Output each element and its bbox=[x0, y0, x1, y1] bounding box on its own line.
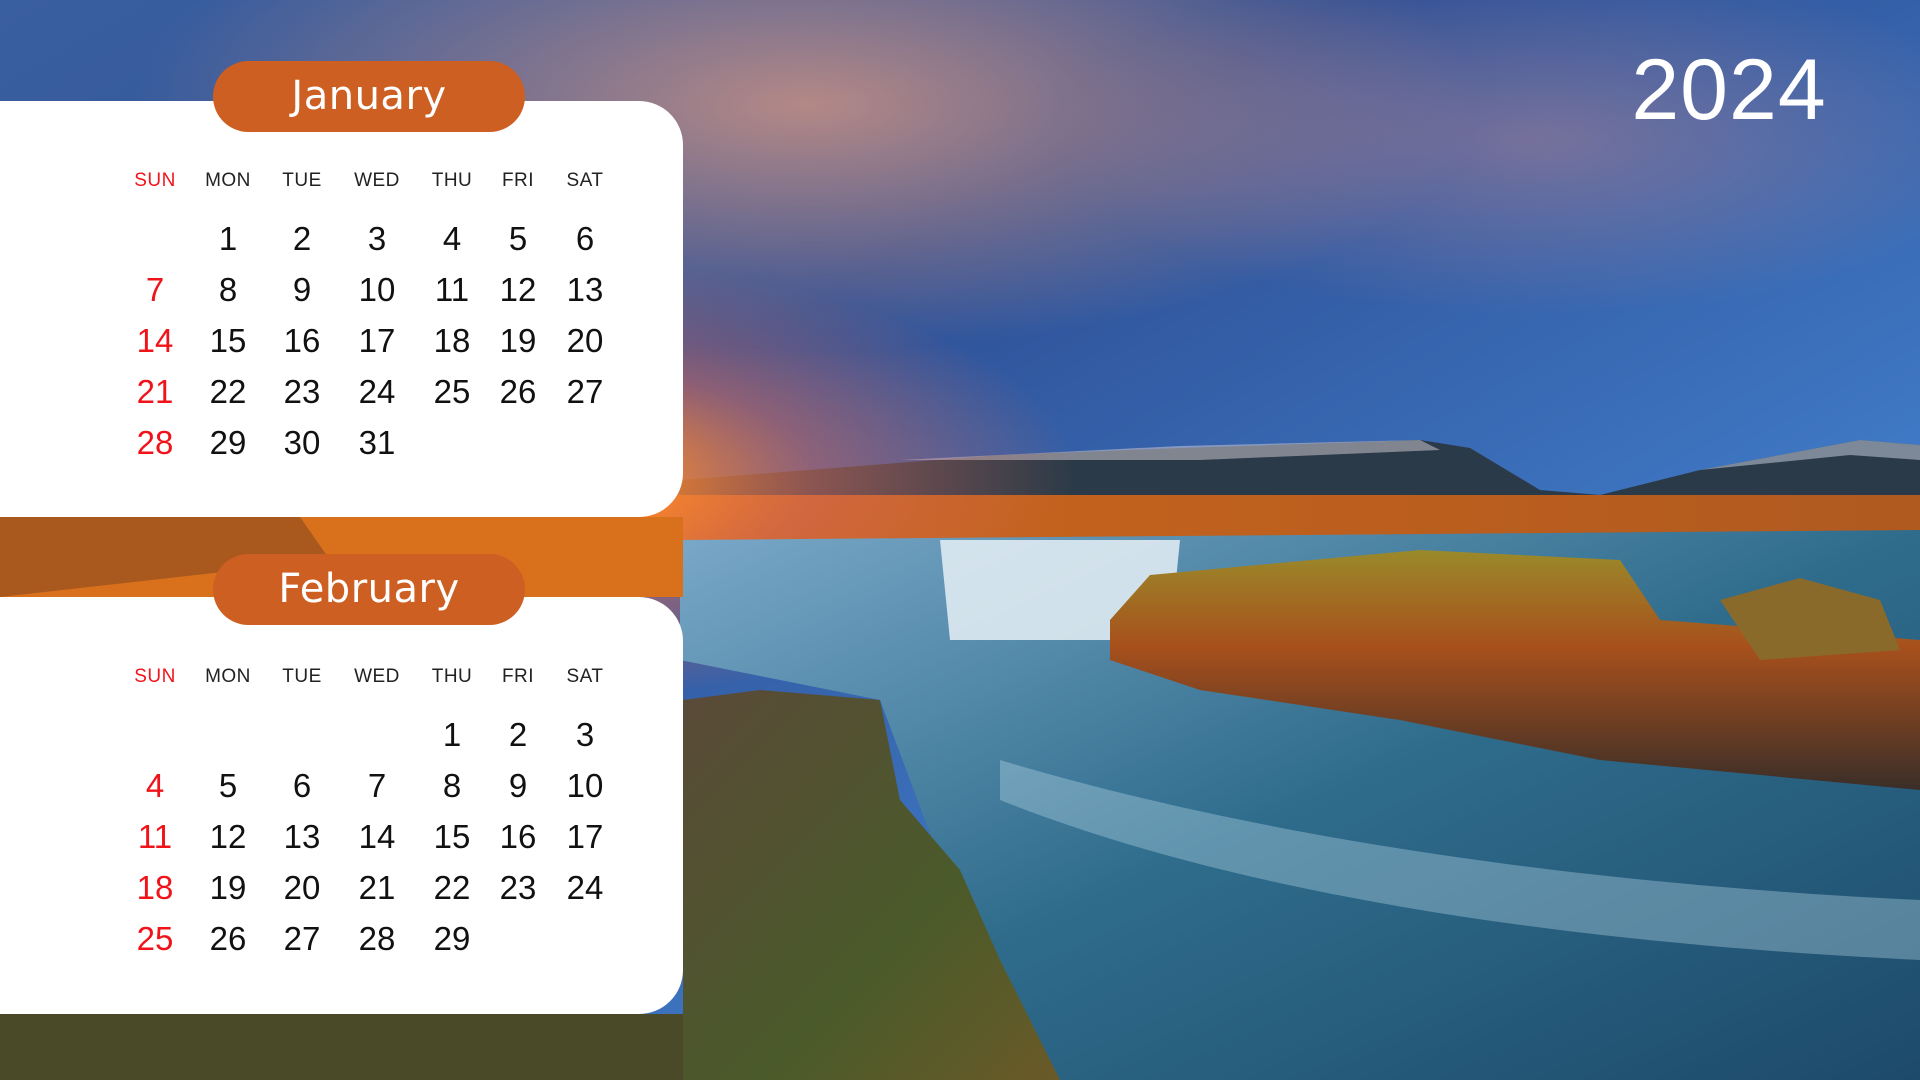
calendar-day: 31 bbox=[358, 424, 396, 461]
calendar-day: 27 bbox=[566, 373, 604, 410]
calendar-day: 14 bbox=[358, 818, 396, 855]
calendar-day: 15 bbox=[209, 322, 247, 359]
calendar-day: 5 bbox=[218, 767, 238, 804]
calendar-day: 28 bbox=[136, 424, 174, 461]
calendar-day: 1 bbox=[218, 220, 238, 257]
month-label-january: January bbox=[213, 61, 525, 132]
calendar-day: 22 bbox=[209, 373, 247, 410]
calendar-day: 21 bbox=[358, 869, 396, 906]
weekday-header-sun: SUN bbox=[134, 666, 176, 687]
calendar-day: 21 bbox=[136, 373, 174, 410]
weekday-header-sun: SUN bbox=[134, 170, 176, 191]
calendar-day: 20 bbox=[566, 322, 604, 359]
weekday-header-tue: TUE bbox=[282, 170, 322, 191]
calendar-grid-february: SUN MON TUE WED THU FRI SAT 1 2 3 4 5 6 7 8 9 10 11 12 13 14… bbox=[0, 597, 683, 1014]
calendar-day: 12 bbox=[209, 818, 247, 855]
calendar-day: 3 bbox=[575, 716, 595, 753]
calendar-day: 29 bbox=[433, 920, 471, 957]
calendar-day: 17 bbox=[566, 818, 604, 855]
weekday-header-tue: TUE bbox=[282, 666, 322, 687]
calendar-day: 13 bbox=[283, 818, 321, 855]
weekday-header-mon: MON bbox=[205, 666, 251, 687]
year-title: 2024 bbox=[1631, 42, 1827, 138]
weekday-header-sat: SAT bbox=[566, 170, 604, 191]
month-card-january: SUN MON TUE WED THU FRI SAT 1 2 3 4 5 6 7 8 9 10 11 12 13 14… bbox=[0, 101, 683, 517]
calendar-day: 25 bbox=[136, 920, 174, 957]
calendar-day: 7 bbox=[367, 767, 387, 804]
calendar-day: 6 bbox=[292, 767, 312, 804]
calendar-day: 3 bbox=[367, 220, 387, 257]
calendar-day: 28 bbox=[358, 920, 396, 957]
calendar-day: 27 bbox=[283, 920, 321, 957]
weekday-header-wed: WED bbox=[354, 170, 400, 191]
calendar-day: 20 bbox=[283, 869, 321, 906]
weekday-header-mon: MON bbox=[205, 170, 251, 191]
calendar-day: 13 bbox=[566, 271, 604, 308]
calendar-day: 10 bbox=[358, 271, 396, 308]
weekday-header-sat: SAT bbox=[566, 666, 604, 687]
calendar-day: 24 bbox=[566, 869, 604, 906]
calendar-day: 4 bbox=[145, 767, 165, 804]
calendar-day: 24 bbox=[358, 373, 396, 410]
calendar-day: 16 bbox=[283, 322, 321, 359]
month-label-february: February bbox=[213, 554, 525, 625]
calendar-day: 30 bbox=[283, 424, 321, 461]
calendar-day: 7 bbox=[145, 271, 165, 308]
calendar-day: 6 bbox=[575, 220, 595, 257]
calendar-day: 8 bbox=[218, 271, 238, 308]
calendar-day: 26 bbox=[209, 920, 247, 957]
calendar-day: 23 bbox=[283, 373, 321, 410]
calendar-day: 18 bbox=[136, 869, 174, 906]
calendar-day: 10 bbox=[566, 767, 604, 804]
calendar-day: 29 bbox=[209, 424, 247, 461]
weekday-header-wed: WED bbox=[354, 666, 400, 687]
month-card-february: SUN MON TUE WED THU FRI SAT 1 2 3 4 5 6 7 8 9 10 11 12 13 14… bbox=[0, 597, 683, 1014]
calendar-day: 17 bbox=[358, 322, 396, 359]
calendar-day: 9 bbox=[292, 271, 312, 308]
calendar-day: 11 bbox=[137, 818, 173, 855]
calendar-grid-january: SUN MON TUE WED THU FRI SAT 1 2 3 4 5 6 7 8 9 10 11 12 13 14… bbox=[0, 101, 683, 517]
calendar-day: 14 bbox=[136, 322, 174, 359]
calendar-day: 19 bbox=[209, 869, 247, 906]
calendar-day: 2 bbox=[292, 220, 312, 257]
